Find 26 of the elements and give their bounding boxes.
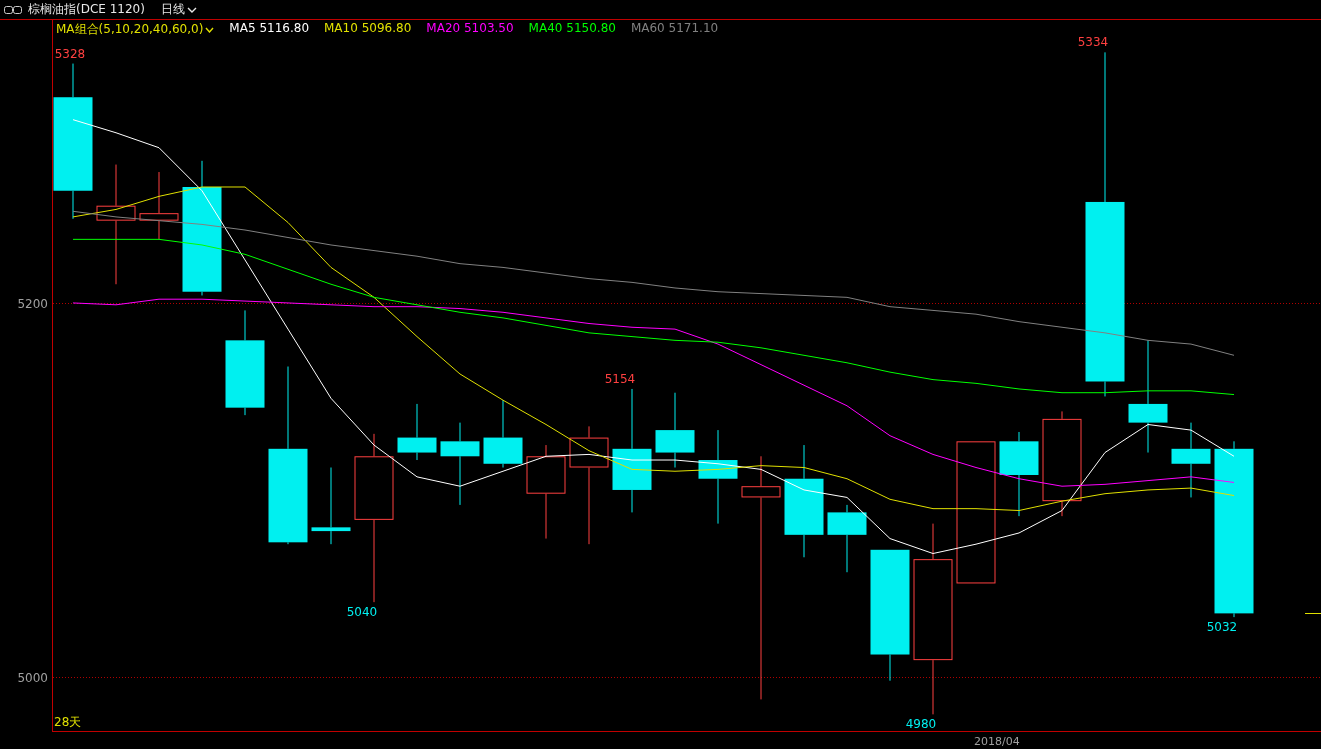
ma-legend-value: MA60 5171.10 [630, 21, 719, 37]
y-axis-label: 5000 [17, 670, 48, 685]
candlestick [483, 399, 523, 468]
last-price-marker [1304, 613, 1321, 614]
ma-legend-value: MA5 5116.80 [229, 21, 309, 37]
chevron-down-icon [205, 26, 215, 33]
candlestick [139, 171, 179, 240]
ma-legend-value: MA40 5150.80 [528, 21, 616, 37]
y-axis-label: 5200 [17, 296, 48, 311]
low-price-label: 5040 [346, 605, 378, 620]
candlestick [827, 504, 867, 573]
x-axis-label: 2018/04 [974, 735, 1020, 748]
low-price-label: 5032 [1206, 620, 1238, 635]
ma-group-dropdown[interactable]: MA组合(5,10,20,40,60,0) [56, 21, 215, 38]
day-count-label: 28天 [54, 715, 82, 729]
instrument-title: 棕榈油指(DCE 1120) [28, 1, 145, 18]
period-dropdown[interactable]: 日线 [160, 1, 197, 18]
candlestick [397, 403, 437, 461]
ma-legend-value: MA20 5103.50 [426, 21, 514, 37]
high-price-label: 5334 [1077, 35, 1109, 50]
ma-legend-value: MA10 5096.80 [324, 21, 412, 37]
low-price-label: 4980 [905, 717, 937, 732]
high-price-label: 5154 [604, 371, 636, 386]
chevron-down-icon [186, 6, 197, 13]
link-icon[interactable] [4, 5, 22, 14]
high-price-label: 5328 [54, 46, 86, 61]
